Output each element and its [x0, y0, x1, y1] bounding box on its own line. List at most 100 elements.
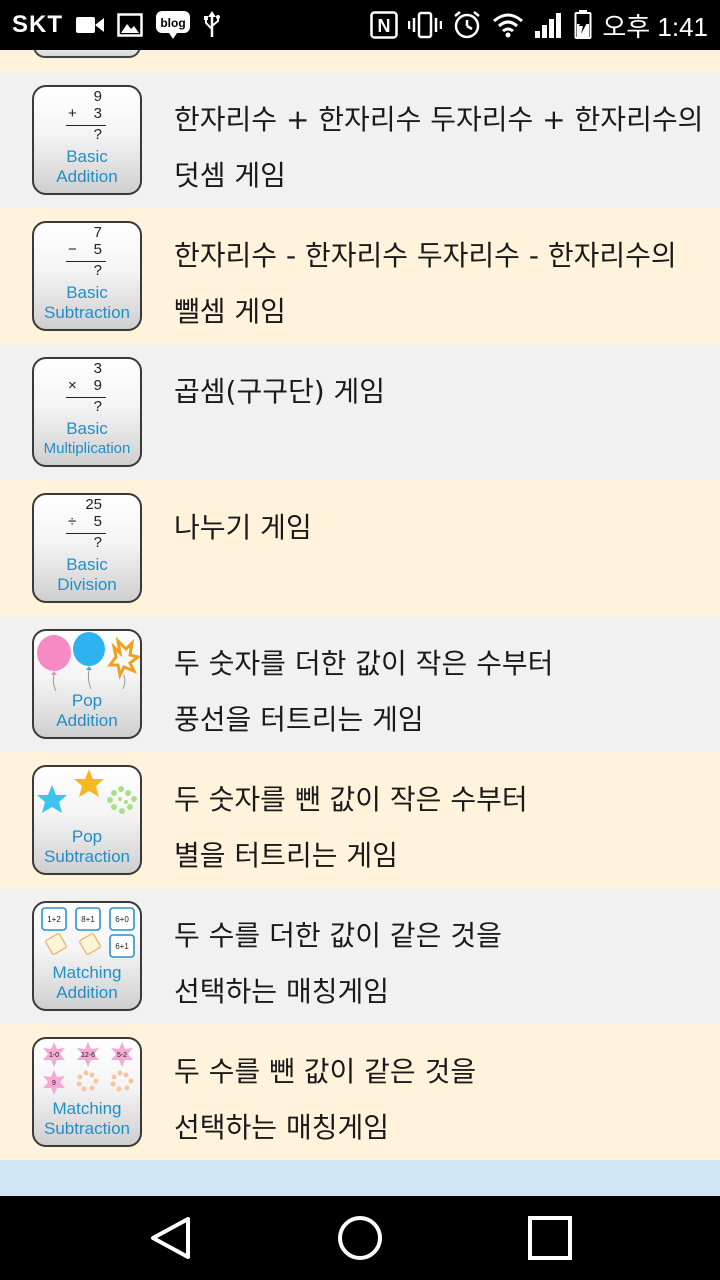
- description-line-2: 뺄셈 게임: [174, 295, 286, 328]
- game-item-basic-multiplication[interactable]: 3 × 9 ? Basic Multiplication 곱셈(구구단) 게임: [0, 344, 720, 480]
- balloons-icon: [37, 632, 140, 691]
- description-line-1: 두 수를 뺀 값이 같은 것을: [174, 1055, 477, 1088]
- card-label: 6+0: [115, 915, 129, 924]
- description-line-2: 풍선을 터트리는 게임: [174, 703, 424, 736]
- home-button[interactable]: [332, 1212, 388, 1264]
- basic-division-icon: 25 ÷ 5 ? Basic Division: [32, 493, 142, 603]
- recents-button[interactable]: [522, 1212, 578, 1264]
- game-description: 나누기 게임: [174, 500, 720, 556]
- svg-text:N: N: [378, 16, 391, 36]
- problem-top-number: 3: [93, 360, 102, 377]
- problem-bottom-number: 5: [93, 513, 102, 530]
- description-line-1: 두 수를 더한 값이 같은 것을: [174, 919, 502, 952]
- game-description: 두 숫자를 뺀 값이 작은 수부터 별을 터트리는 게임: [174, 772, 720, 884]
- icon-caption: Matching: [52, 963, 122, 982]
- icon-caption: Addition: [56, 983, 118, 1002]
- signal-icon: [534, 11, 564, 39]
- game-description: 한자리수 + 한자리수 두자리수 + 한자리수의 덧셈 게임: [174, 92, 720, 204]
- game-description: 두 수를 더한 값이 같은 것을 선택하는 매칭게임: [174, 908, 720, 1020]
- icon-caption: Addition: [56, 711, 118, 730]
- wifi-icon: [492, 12, 524, 38]
- icon-caption: Pop: [71, 827, 103, 846]
- problem-bottom-number: 3: [93, 105, 102, 122]
- game-description: 두 수를 뺀 값이 같은 것을 선택하는 매칭게임: [174, 1044, 720, 1156]
- game-description: 한자리수 - 한자리수 두자리수 - 한자리수의 뺄셈 게임: [174, 228, 720, 340]
- problem-bottom-number: 9: [93, 377, 102, 394]
- card-label: 12-6: [81, 1052, 95, 1059]
- game-item-basic-subtraction[interactable]: 7 − 5 ? Basic Subtraction 한자리수 - 한자리수 두자…: [0, 208, 720, 344]
- recents-square-icon: [528, 1216, 572, 1260]
- icon-caption: Multiplication: [43, 440, 131, 457]
- description-line-2: 별을 터트리는 게임: [174, 839, 398, 872]
- blog-label: blog: [160, 16, 185, 30]
- icon-caption: Subtraction: [44, 1119, 130, 1138]
- usb-icon: [203, 11, 221, 39]
- icon-caption: Basic: [66, 555, 108, 574]
- video-camera-icon: [75, 14, 105, 36]
- description-line-1: 두 숫자를 더한 값이 작은 수부터: [174, 647, 554, 680]
- description-line-2: 선택하는 매칭게임: [174, 975, 389, 1008]
- icon-caption: Basic: [66, 283, 108, 302]
- game-item-matching-addition[interactable]: 1+2 8+1 6+0 6+1 Matching Addition 두 수를 더…: [0, 888, 720, 1024]
- problem-operator: +: [68, 105, 77, 122]
- card-label: 6+1: [115, 942, 129, 951]
- description-line-2: 덧셈 게임: [174, 159, 286, 192]
- problem-operator: ×: [68, 377, 77, 394]
- home-circle-icon: [338, 1216, 382, 1260]
- back-button[interactable]: [142, 1212, 198, 1264]
- description-line-1: 곱셈(구구단) 게임: [174, 375, 386, 408]
- problem-result: ?: [93, 398, 102, 415]
- back-triangle-icon: [151, 1217, 190, 1259]
- game-item-pop-subtraction[interactable]: Pop Subtraction 두 숫자를 뺀 값이 작은 수부터 별을 터트리…: [0, 752, 720, 888]
- icon-caption: Division: [57, 575, 117, 594]
- card-label: 8+1: [81, 915, 95, 924]
- card-label: 1-0: [49, 1052, 59, 1059]
- blog-icon: blog: [155, 10, 191, 40]
- description-line-1: 나누기 게임: [174, 511, 312, 544]
- problem-result: ?: [93, 534, 102, 551]
- matching-subtraction-icon: 1-0 12-6 5-2 9 Matching Subtraction: [32, 1037, 142, 1147]
- basic-subtraction-icon: 7 − 5 ? Basic Subtraction: [32, 221, 142, 331]
- icon-caption: Matching: [52, 1099, 122, 1118]
- problem-operator: ÷: [68, 513, 77, 530]
- pop-addition-icon: Pop Addition: [32, 629, 142, 739]
- problem-top-number: 7: [93, 224, 102, 241]
- nfc-icon: N: [370, 11, 399, 39]
- game-item-matching-subtraction[interactable]: 1-0 12-6 5-2 9 Matching Subtraction 두 수를…: [0, 1024, 720, 1160]
- problem-top-number: 9: [93, 88, 102, 105]
- stars-icon: [37, 769, 137, 814]
- problem-bottom-number: 5: [93, 241, 102, 258]
- basic-addition-icon: 9 + 3 ? Basic Addition: [32, 85, 142, 195]
- card-label: 9: [52, 1080, 56, 1087]
- game-list[interactable]: 9 + 3 ? Basic Addition 한자리수 + 한자리수 두자리수 …: [0, 50, 720, 1160]
- list-bottom-background: [0, 1160, 720, 1196]
- description-line-1: 두 숫자를 뺀 값이 작은 수부터: [174, 783, 528, 816]
- card-label: 1+2: [47, 915, 61, 924]
- game-item-basic-division[interactable]: 25 ÷ 5 ? Basic Division 나누기 게임: [0, 480, 720, 616]
- carrier-name: SKT: [12, 11, 63, 38]
- vibrate-icon: [408, 11, 443, 39]
- icon-caption: Addition: [56, 167, 118, 186]
- game-description: 두 숫자를 더한 값이 작은 수부터 풍선을 터트리는 게임: [174, 636, 720, 748]
- list-item-partial[interactable]: [0, 50, 720, 72]
- basic-multiplication-icon: 3 × 9 ? Basic Multiplication: [32, 357, 142, 467]
- icon-caption: Basic: [66, 147, 108, 166]
- matching-stars-icon: 1-0 12-6 5-2 9: [43, 1042, 134, 1095]
- description-line-2: 선택하는 매칭게임: [174, 1111, 389, 1144]
- pop-subtraction-icon: Pop Subtraction: [32, 765, 142, 875]
- partial-game-icon: [33, 50, 141, 58]
- game-description: 곱셈(구구단) 게임: [174, 364, 720, 420]
- icon-caption: Pop: [71, 691, 103, 710]
- game-item-basic-addition[interactable]: 9 + 3 ? Basic Addition 한자리수 + 한자리수 두자리수 …: [0, 72, 720, 208]
- problem-top-number: 25: [85, 496, 102, 513]
- icon-caption: Basic: [66, 419, 108, 438]
- description-line-1: 한자리수 - 한자리수 두자리수 - 한자리수의: [174, 239, 677, 272]
- navigation-bar: [0, 1196, 720, 1280]
- matching-addition-icon: 1+2 8+1 6+0 6+1 Matching Addition: [32, 901, 142, 1011]
- problem-result: ?: [93, 262, 102, 279]
- alarm-icon: [452, 10, 482, 40]
- image-icon: [117, 13, 143, 37]
- description-line-1: 한자리수 + 한자리수 두자리수 + 한자리수의: [174, 103, 704, 136]
- game-item-pop-addition[interactable]: Pop Addition 두 숫자를 더한 값이 작은 수부터 풍선을 터트리는…: [0, 616, 720, 752]
- card-label: 5-2: [117, 1052, 127, 1059]
